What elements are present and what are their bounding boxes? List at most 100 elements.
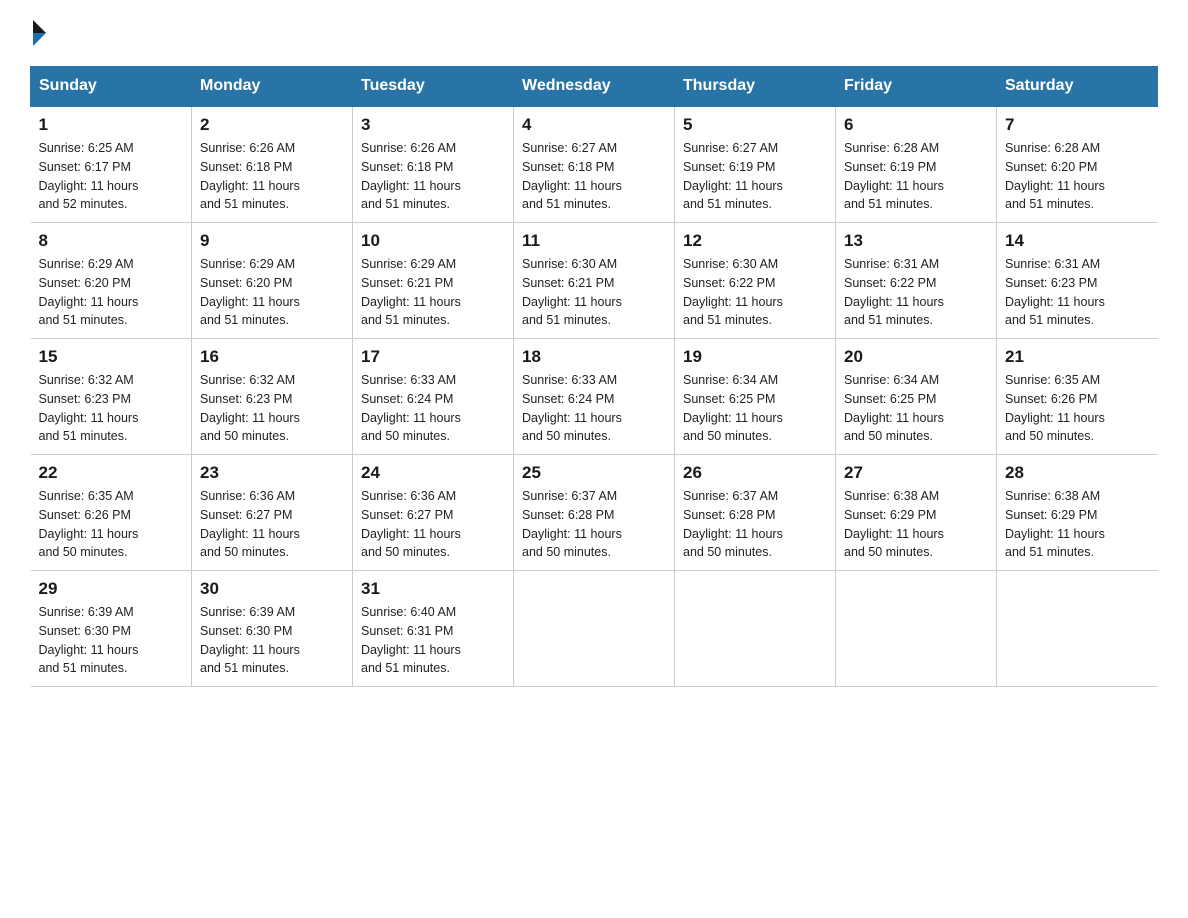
day-info: Sunrise: 6:37 AMSunset: 6:28 PMDaylight:… xyxy=(522,487,666,562)
weekday-header-saturday: Saturday xyxy=(997,67,1158,107)
day-number: 28 xyxy=(1005,463,1150,483)
calendar-cell: 10 Sunrise: 6:29 AMSunset: 6:21 PMDayligh… xyxy=(353,223,514,339)
calendar-cell: 1Sunrise: 6:25 AMSunset: 6:17 PMDaylight… xyxy=(31,106,192,223)
day-number: 11 xyxy=(522,231,666,251)
calendar-cell xyxy=(836,571,997,687)
calendar-cell xyxy=(675,571,836,687)
calendar-cell: 29 Sunrise: 6:39 AMSunset: 6:30 PMDayligh… xyxy=(31,571,192,687)
day-info: Sunrise: 6:26 AMSunset: 6:18 PMDaylight:… xyxy=(200,139,344,214)
day-number: 6 xyxy=(844,115,988,135)
calendar-cell: 17 Sunrise: 6:33 AMSunset: 6:24 PMDayligh… xyxy=(353,339,514,455)
day-info: Sunrise: 6:31 AMSunset: 6:23 PMDaylight:… xyxy=(1005,255,1150,330)
calendar-cell: 9Sunrise: 6:29 AMSunset: 6:20 PMDaylight… xyxy=(192,223,353,339)
day-number: 12 xyxy=(683,231,827,251)
day-number: 14 xyxy=(1005,231,1150,251)
weekday-header-thursday: Thursday xyxy=(675,67,836,107)
day-info: Sunrise: 6:33 AMSunset: 6:24 PMDaylight:… xyxy=(522,371,666,446)
day-info: Sunrise: 6:26 AMSunset: 6:18 PMDaylight:… xyxy=(361,139,505,214)
weekday-header-monday: Monday xyxy=(192,67,353,107)
day-number: 18 xyxy=(522,347,666,367)
day-info: Sunrise: 6:39 AMSunset: 6:30 PMDaylight:… xyxy=(39,603,184,678)
day-info: Sunrise: 6:38 AMSunset: 6:29 PMDaylight:… xyxy=(844,487,988,562)
day-number: 23 xyxy=(200,463,344,483)
page-header xyxy=(30,20,1158,46)
calendar-cell: 18 Sunrise: 6:33 AMSunset: 6:24 PMDayligh… xyxy=(514,339,675,455)
day-number: 31 xyxy=(361,579,505,599)
day-info: Sunrise: 6:32 AMSunset: 6:23 PMDaylight:… xyxy=(200,371,344,446)
day-info: Sunrise: 6:39 AMSunset: 6:30 PMDaylight:… xyxy=(200,603,344,678)
calendar-cell: 13 Sunrise: 6:31 AMSunset: 6:22 PMDayligh… xyxy=(836,223,997,339)
calendar-week-row: 8 Sunrise: 6:29 AMSunset: 6:20 PMDaylight… xyxy=(31,223,1158,339)
day-number: 22 xyxy=(39,463,184,483)
day-number: 29 xyxy=(39,579,184,599)
calendar-cell: 26 Sunrise: 6:37 AMSunset: 6:28 PMDayligh… xyxy=(675,455,836,571)
day-number: 15 xyxy=(39,347,184,367)
calendar-cell: 19 Sunrise: 6:34 AMSunset: 6:25 PMDayligh… xyxy=(675,339,836,455)
day-number: 1 xyxy=(39,115,184,135)
day-number: 20 xyxy=(844,347,988,367)
day-info: Sunrise: 6:40 AMSunset: 6:31 PMDaylight:… xyxy=(361,603,505,678)
day-number: 30 xyxy=(200,579,344,599)
calendar-cell: 8 Sunrise: 6:29 AMSunset: 6:20 PMDaylight… xyxy=(31,223,192,339)
day-info: Sunrise: 6:35 AMSunset: 6:26 PMDaylight:… xyxy=(39,487,184,562)
weekday-header-row: SundayMondayTuesdayWednesdayThursdayFrid… xyxy=(31,67,1158,107)
day-number: 16 xyxy=(200,347,344,367)
day-number: 13 xyxy=(844,231,988,251)
day-info: Sunrise: 6:37 AMSunset: 6:28 PMDaylight:… xyxy=(683,487,827,562)
day-info: Sunrise: 6:32 AMSunset: 6:23 PMDaylight:… xyxy=(39,371,184,446)
calendar-cell: 27 Sunrise: 6:38 AMSunset: 6:29 PMDayligh… xyxy=(836,455,997,571)
calendar-cell: 7 Sunrise: 6:28 AMSunset: 6:20 PMDaylight… xyxy=(997,106,1158,223)
day-info: Sunrise: 6:28 AMSunset: 6:20 PMDaylight:… xyxy=(1005,139,1150,214)
day-number: 25 xyxy=(522,463,666,483)
calendar-cell: 12 Sunrise: 6:30 AMSunset: 6:22 PMDayligh… xyxy=(675,223,836,339)
day-info: Sunrise: 6:36 AMSunset: 6:27 PMDaylight:… xyxy=(361,487,505,562)
day-number: 17 xyxy=(361,347,505,367)
logo xyxy=(30,20,46,46)
day-info: Sunrise: 6:33 AMSunset: 6:24 PMDaylight:… xyxy=(361,371,505,446)
calendar-cell: 2 Sunrise: 6:26 AMSunset: 6:18 PMDaylight… xyxy=(192,106,353,223)
day-number: 2 xyxy=(200,115,344,135)
weekday-header-tuesday: Tuesday xyxy=(353,67,514,107)
calendar-cell: 15 Sunrise: 6:32 AMSunset: 6:23 PMDayligh… xyxy=(31,339,192,455)
calendar-cell: 23 Sunrise: 6:36 AMSunset: 6:27 PMDayligh… xyxy=(192,455,353,571)
day-number: 26 xyxy=(683,463,827,483)
calendar-cell: 4Sunrise: 6:27 AMSunset: 6:18 PMDaylight… xyxy=(514,106,675,223)
day-info: Sunrise: 6:29 AMSunset: 6:20 PMDaylight:… xyxy=(200,255,344,330)
day-info: Sunrise: 6:35 AMSunset: 6:26 PMDaylight:… xyxy=(1005,371,1150,446)
calendar-cell: 5 Sunrise: 6:27 AMSunset: 6:19 PMDaylight… xyxy=(675,106,836,223)
day-info: Sunrise: 6:27 AMSunset: 6:19 PMDaylight:… xyxy=(683,139,827,214)
day-info: Sunrise: 6:29 AMSunset: 6:21 PMDaylight:… xyxy=(361,255,505,330)
calendar-cell xyxy=(514,571,675,687)
day-info: Sunrise: 6:29 AMSunset: 6:20 PMDaylight:… xyxy=(39,255,184,330)
day-info: Sunrise: 6:34 AMSunset: 6:25 PMDaylight:… xyxy=(683,371,827,446)
calendar-cell: 16 Sunrise: 6:32 AMSunset: 6:23 PMDayligh… xyxy=(192,339,353,455)
calendar-week-row: 15 Sunrise: 6:32 AMSunset: 6:23 PMDayligh… xyxy=(31,339,1158,455)
day-info: Sunrise: 6:30 AMSunset: 6:22 PMDaylight:… xyxy=(683,255,827,330)
day-info: Sunrise: 6:31 AMSunset: 6:22 PMDaylight:… xyxy=(844,255,988,330)
day-number: 10 xyxy=(361,231,505,251)
calendar-cell: 28 Sunrise: 6:38 AMSunset: 6:29 PMDayligh… xyxy=(997,455,1158,571)
day-number: 19 xyxy=(683,347,827,367)
calendar-week-row: 22 Sunrise: 6:35 AMSunset: 6:26 PMDayligh… xyxy=(31,455,1158,571)
day-info: Sunrise: 6:27 AMSunset: 6:18 PMDaylight:… xyxy=(522,139,666,214)
day-info: Sunrise: 6:36 AMSunset: 6:27 PMDaylight:… xyxy=(200,487,344,562)
calendar-cell: 6Sunrise: 6:28 AMSunset: 6:19 PMDaylight… xyxy=(836,106,997,223)
weekday-header-friday: Friday xyxy=(836,67,997,107)
day-number: 27 xyxy=(844,463,988,483)
day-number: 8 xyxy=(39,231,184,251)
day-info: Sunrise: 6:34 AMSunset: 6:25 PMDaylight:… xyxy=(844,371,988,446)
day-number: 5 xyxy=(683,115,827,135)
calendar-cell: 30 Sunrise: 6:39 AMSunset: 6:30 PMDayligh… xyxy=(192,571,353,687)
day-number: 24 xyxy=(361,463,505,483)
calendar-cell: 11 Sunrise: 6:30 AMSunset: 6:21 PMDayligh… xyxy=(514,223,675,339)
weekday-header-wednesday: Wednesday xyxy=(514,67,675,107)
day-info: Sunrise: 6:38 AMSunset: 6:29 PMDaylight:… xyxy=(1005,487,1150,562)
calendar-cell: 31 Sunrise: 6:40 AMSunset: 6:31 PMDayligh… xyxy=(353,571,514,687)
calendar-cell: 14 Sunrise: 6:31 AMSunset: 6:23 PMDayligh… xyxy=(997,223,1158,339)
calendar-cell: 22 Sunrise: 6:35 AMSunset: 6:26 PMDayligh… xyxy=(31,455,192,571)
calendar-week-row: 1Sunrise: 6:25 AMSunset: 6:17 PMDaylight… xyxy=(31,106,1158,223)
day-number: 7 xyxy=(1005,115,1150,135)
day-info: Sunrise: 6:30 AMSunset: 6:21 PMDaylight:… xyxy=(522,255,666,330)
calendar-cell: 20 Sunrise: 6:34 AMSunset: 6:25 PMDayligh… xyxy=(836,339,997,455)
calendar-table: SundayMondayTuesdayWednesdayThursdayFrid… xyxy=(30,66,1158,687)
